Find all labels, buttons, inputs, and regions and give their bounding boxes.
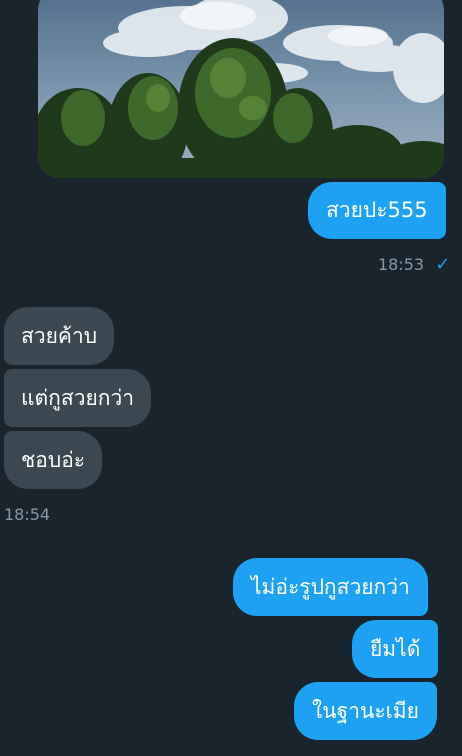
message-timestamp: 18:53 ✓ [378,254,450,275]
message-bubble-outgoing[interactable]: ในฐานะเมีย [294,682,437,740]
message-text: แต่กูสวยกว่า [21,385,135,410]
timestamp-text: 18:53 [378,255,425,274]
message-text: สวยค้าบ [21,323,98,348]
message-text: ยืมได้ [370,636,421,661]
message-bubble-outgoing[interactable]: สวยปะ555 [308,182,446,239]
message-text: ในฐานะเมีย [312,698,419,723]
shared-photo[interactable] [38,0,444,178]
message-timestamp: 18:54 [4,505,51,524]
read-check-icon: ✓ [435,254,451,275]
message-bubble-outgoing[interactable]: ยืมได้ [352,620,439,678]
sky-trees-image [38,0,444,178]
message-text: ไม่อ่ะรูปกูสวยกว่า [251,574,410,599]
message-text: ชอบอ่ะ [21,447,86,472]
message-bubble-incoming[interactable]: ชอบอ่ะ [4,431,103,489]
message-bubble-incoming[interactable]: สวยค้าบ [4,307,115,365]
message-bubble-incoming[interactable]: แต่กูสวยกว่า [4,369,152,427]
message-bubble-outgoing[interactable]: ไม่อ่ะรูปกูสวยกว่า [233,558,428,616]
message-text: สวยปะ555 [326,198,428,222]
